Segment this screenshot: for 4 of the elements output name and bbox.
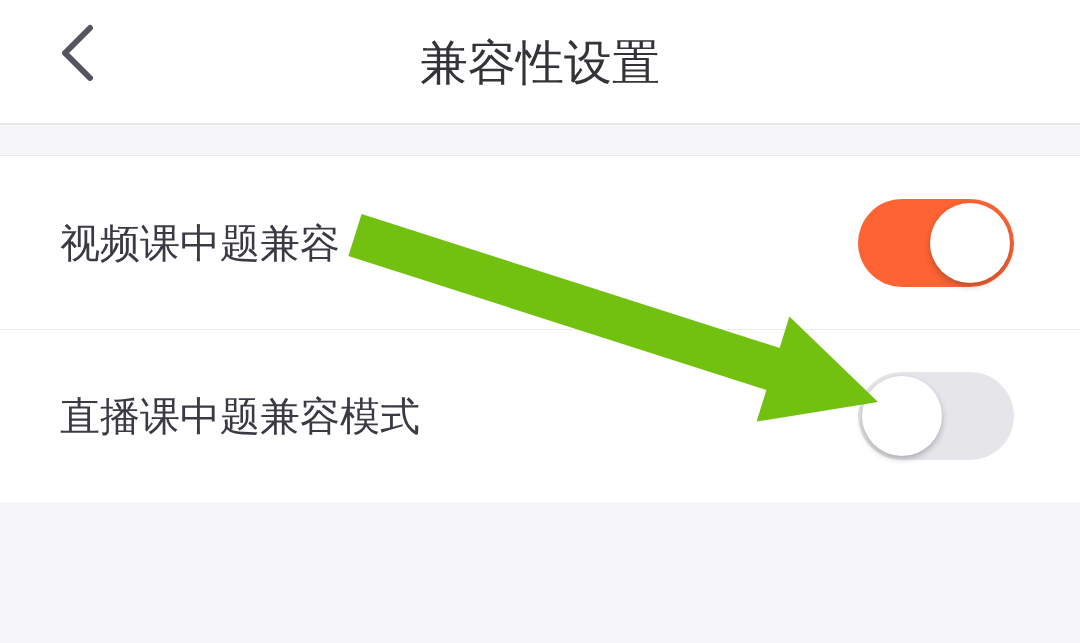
back-chevron-icon bbox=[60, 24, 94, 82]
setting-label: 视频课中题兼容 bbox=[60, 218, 340, 267]
page-title: 兼容性设置 bbox=[420, 37, 660, 86]
setting-label: 直播课中题兼容模式 bbox=[60, 392, 420, 440]
